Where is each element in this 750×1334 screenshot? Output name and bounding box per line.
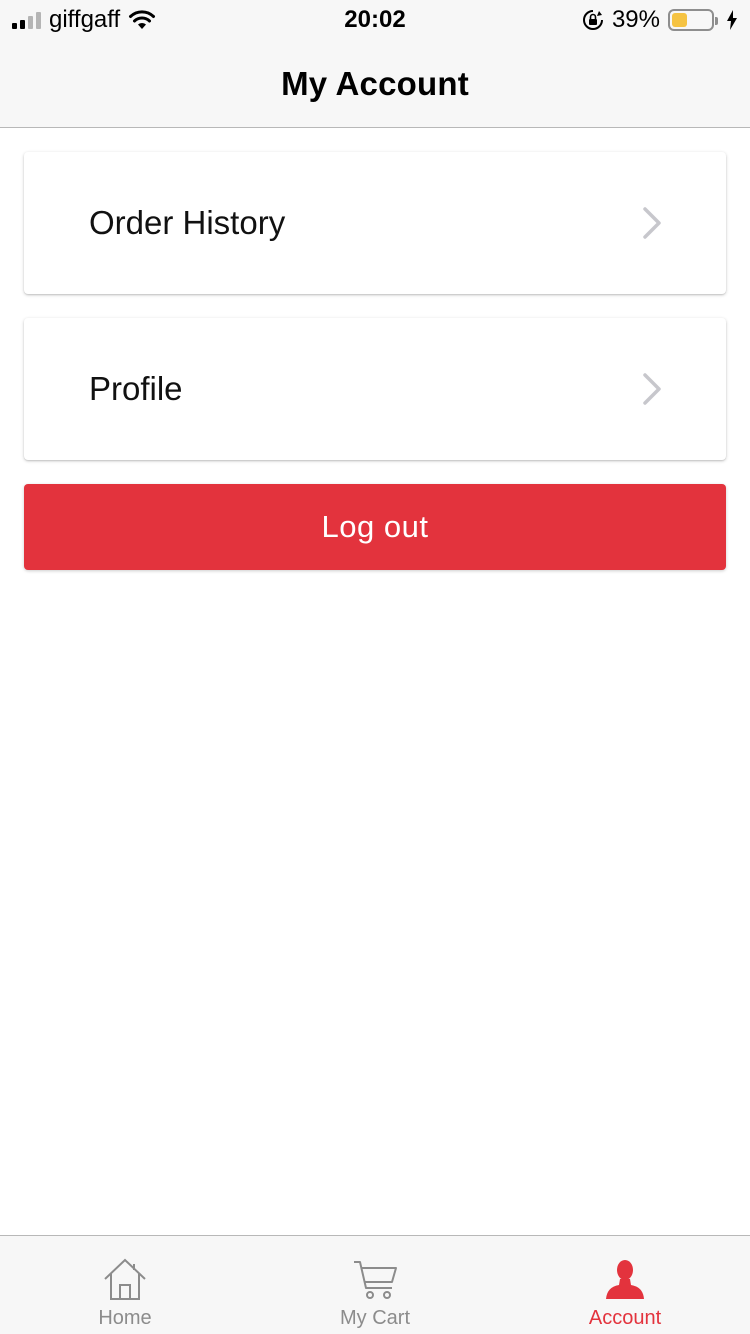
navigation-bar: My Account	[0, 40, 750, 128]
page-title: My Account	[281, 64, 469, 102]
battery-icon	[668, 9, 718, 31]
carrier-name: giffgaff	[49, 6, 121, 33]
chevron-right-icon	[643, 373, 661, 405]
tab-label: Home	[98, 1307, 152, 1329]
tab-label: Account	[588, 1307, 662, 1329]
menu-item-label: Profile	[89, 370, 183, 407]
chevron-right-icon	[643, 207, 661, 239]
tab-home[interactable]: Home	[0, 1236, 250, 1334]
tab-my-cart[interactable]: My Cart	[250, 1236, 500, 1334]
tab-bar: Home My Cart Account	[0, 1235, 750, 1334]
battery-fill	[672, 13, 687, 27]
logout-button[interactable]: Log out	[24, 484, 726, 570]
home-icon	[104, 1258, 146, 1300]
wifi-icon	[129, 10, 156, 29]
status-bar: giffgaff 20:02 39%	[0, 0, 750, 40]
cart-icon	[354, 1261, 397, 1299]
tab-account[interactable]: Account	[500, 1236, 750, 1334]
status-left: giffgaff	[12, 6, 156, 34]
signal-icon	[12, 11, 41, 29]
charging-icon	[727, 10, 737, 30]
orientation-lock-icon	[582, 10, 603, 30]
menu-item-label: Order History	[89, 204, 286, 241]
status-right: 39%	[582, 6, 738, 34]
menu-item-profile[interactable]: Profile	[24, 318, 726, 460]
tab-label: My Cart	[340, 1307, 410, 1329]
user-icon	[606, 1260, 644, 1299]
menu-item-order-history[interactable]: Order History	[24, 152, 726, 294]
battery-percent: 39%	[611, 6, 660, 33]
